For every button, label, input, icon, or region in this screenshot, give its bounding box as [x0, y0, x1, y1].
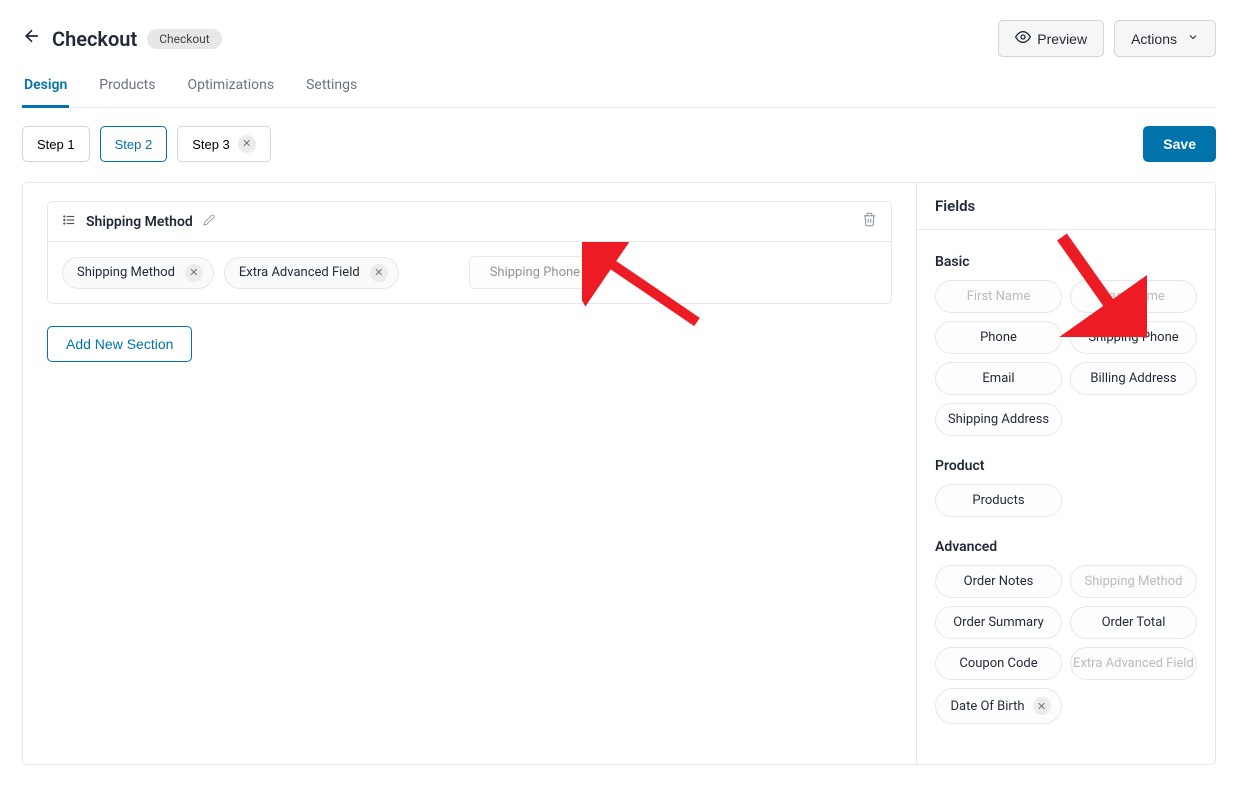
- field-pill[interactable]: Order Total: [1070, 606, 1197, 639]
- field-group-label: Advanced: [935, 539, 1197, 555]
- field-pill-label: Order Total: [1102, 615, 1166, 630]
- field-pill[interactable]: Phone: [935, 321, 1062, 354]
- field-pill-label: Billing Address: [1090, 371, 1176, 386]
- field-pill[interactable]: Date Of Birth ✕: [935, 688, 1062, 724]
- field-group-label: Product: [935, 458, 1197, 474]
- pencil-icon[interactable]: [203, 214, 215, 229]
- field-pill: First Name: [935, 280, 1062, 313]
- field-pill-label: Coupon Code: [959, 656, 1037, 671]
- chevron-down-icon: [1187, 31, 1199, 46]
- field-pill[interactable]: Shipping Address: [935, 403, 1062, 436]
- field-pill-label: Shipping Method: [1085, 574, 1183, 589]
- field-pill-label: Order Notes: [964, 574, 1034, 589]
- tab-optimizations[interactable]: Optimizations: [185, 77, 276, 107]
- trash-icon[interactable]: [862, 212, 877, 231]
- step-button-2[interactable]: Step 2: [100, 126, 168, 162]
- field-pill[interactable]: Products: [935, 484, 1062, 517]
- field-pill-label: Order Summary: [953, 615, 1044, 630]
- field-pill-label: Products: [972, 493, 1024, 508]
- step-button-1[interactable]: Step 1: [22, 126, 90, 162]
- field-pill-label: First Name: [967, 289, 1031, 304]
- main-design-area: Shipping Method Shipping Method✕Extr: [22, 182, 916, 765]
- back-arrow-icon[interactable]: [22, 26, 42, 51]
- add-section-button[interactable]: Add New Section: [47, 326, 192, 362]
- close-icon[interactable]: ✕: [185, 264, 203, 282]
- page-header: Checkout Checkout Preview Actions: [22, 20, 1216, 57]
- field-pill-label: Phone: [980, 330, 1017, 345]
- field-pill-label: Date Of Birth: [950, 699, 1024, 714]
- ghost-drop-chip: Shipping Phone: [469, 256, 601, 289]
- field-pill[interactable]: Email: [935, 362, 1062, 395]
- tab-products[interactable]: Products: [97, 77, 157, 107]
- actions-button[interactable]: Actions: [1114, 20, 1216, 57]
- step-button-3[interactable]: Step 3 ✕: [177, 126, 271, 162]
- field-pill-label: Shipping Phone: [1088, 330, 1178, 345]
- eye-icon: [1015, 29, 1031, 48]
- fields-panel: Fields Basic First Name Last Name Phone Ship…: [916, 182, 1216, 765]
- tab-settings[interactable]: Settings: [304, 77, 359, 107]
- list-icon: [62, 213, 76, 231]
- field-chip[interactable]: Shipping Method ✕: [62, 257, 214, 289]
- field-pill[interactable]: Coupon Code: [935, 647, 1062, 680]
- section-title: Shipping Method: [86, 214, 193, 230]
- field-pill-label: Email: [982, 371, 1014, 386]
- fields-panel-title: Fields: [917, 183, 1215, 230]
- chip-label: Extra Advanced Field: [239, 265, 360, 280]
- field-chip[interactable]: Extra Advanced Field ✕: [224, 257, 399, 289]
- chip-label: Shipping Method: [77, 265, 175, 280]
- field-pill-label: Last Name: [1102, 289, 1165, 304]
- preview-label: Preview: [1037, 31, 1087, 47]
- field-pill-label: Shipping Address: [948, 412, 1049, 427]
- field-pill[interactable]: Order Notes: [935, 565, 1062, 598]
- field-pill[interactable]: Billing Address: [1070, 362, 1197, 395]
- actions-label: Actions: [1131, 31, 1177, 47]
- preview-button[interactable]: Preview: [998, 20, 1104, 57]
- close-icon[interactable]: ✕: [1033, 697, 1051, 715]
- field-pill: Extra Advanced Field: [1070, 647, 1197, 680]
- step-label: Step 3: [192, 137, 230, 152]
- page-title: Checkout: [52, 27, 137, 51]
- page-badge: Checkout: [147, 29, 222, 49]
- field-pill-label: Extra Advanced Field: [1073, 656, 1194, 671]
- step-label: Step 2: [115, 137, 153, 152]
- tab-design[interactable]: Design: [22, 77, 69, 108]
- tabs: Design Products Optimizations Settings: [22, 77, 1216, 108]
- steps-row: Step 1 Step 2 Step 3 ✕: [22, 126, 271, 162]
- field-pill[interactable]: Order Summary: [935, 606, 1062, 639]
- close-icon[interactable]: ✕: [370, 264, 388, 282]
- field-group-label: Basic: [935, 254, 1197, 270]
- field-pill[interactable]: Shipping Phone: [1070, 321, 1197, 354]
- field-pill: Last Name: [1070, 280, 1197, 313]
- close-icon[interactable]: ✕: [238, 135, 256, 153]
- section-card: Shipping Method Shipping Method✕Extr: [47, 201, 892, 304]
- field-pill: Shipping Method: [1070, 565, 1197, 598]
- save-button[interactable]: Save: [1143, 126, 1216, 162]
- step-label: Step 1: [37, 137, 75, 152]
